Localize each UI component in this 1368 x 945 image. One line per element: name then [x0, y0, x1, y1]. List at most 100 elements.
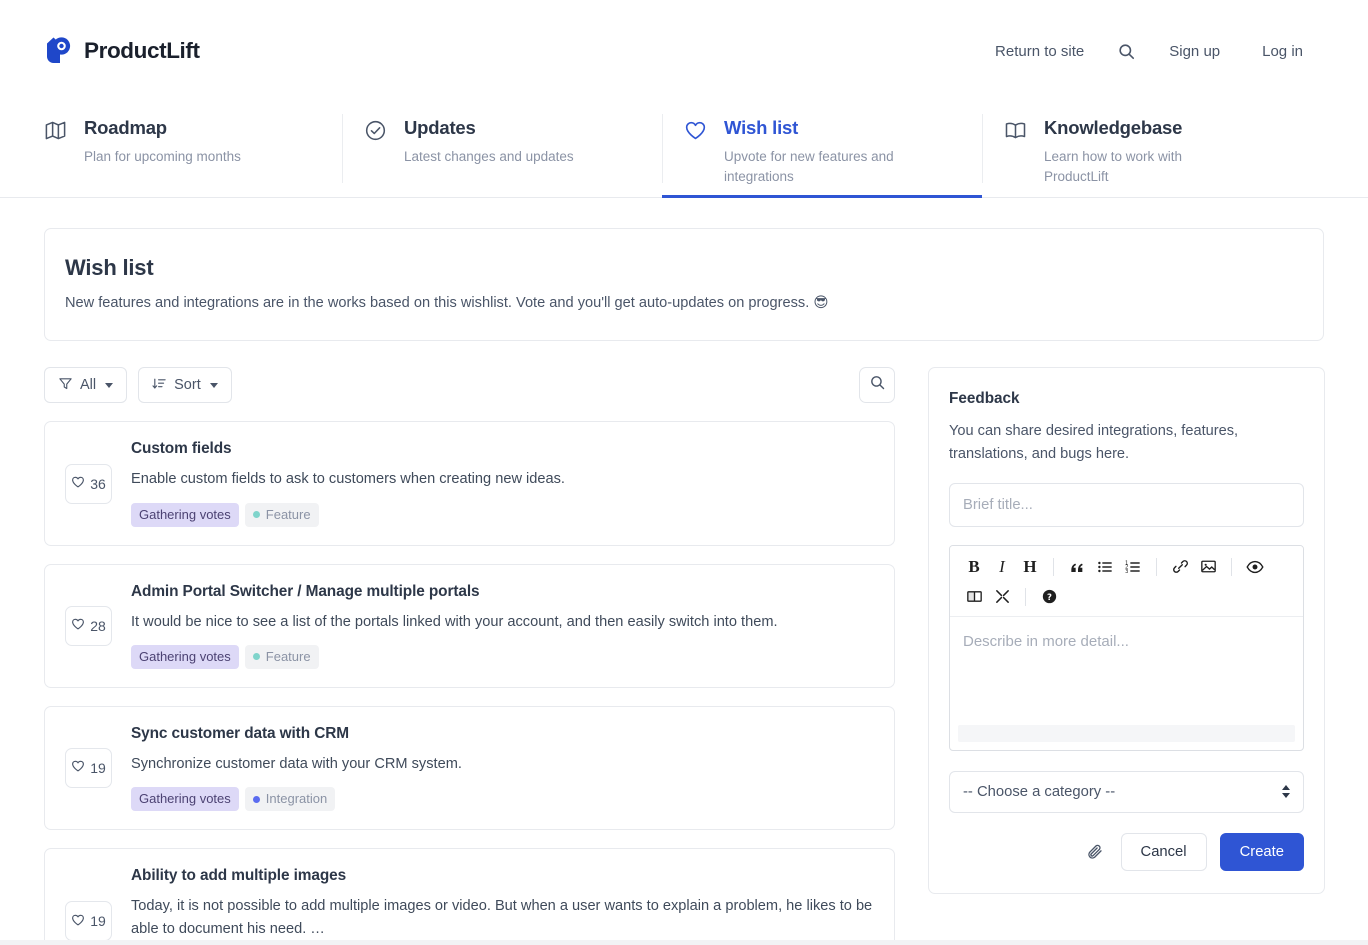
cancel-button[interactable]: Cancel — [1121, 833, 1207, 871]
toolbar-divider — [1025, 588, 1026, 606]
svg-text:3: 3 — [1125, 569, 1128, 575]
tab-subtitle: Plan for upcoming months — [84, 147, 241, 167]
upvote-button[interactable]: 36 — [65, 464, 112, 504]
wish-list-column: All Sort — [44, 367, 895, 945]
vote-count: 19 — [90, 760, 106, 776]
fullscreen-icon[interactable] — [988, 584, 1016, 610]
editor-status-bar — [958, 725, 1295, 742]
item-title: Sync customer data with CRM — [131, 725, 874, 743]
category-dot-icon — [253, 796, 260, 803]
list-toolbar: All Sort — [44, 367, 895, 403]
item-title: Admin Portal Switcher / Manage multiple … — [131, 583, 874, 601]
heart-icon — [71, 759, 85, 776]
search-icon[interactable] — [1105, 36, 1148, 67]
list-item[interactable]: 19 Ability to add multiple images Today,… — [44, 848, 895, 945]
filter-dropdown[interactable]: All — [44, 367, 127, 403]
category-select-value: -- Choose a category -- — [963, 784, 1115, 800]
svg-text:?: ? — [1047, 593, 1052, 603]
tab-subtitle: Upvote for new features and integrations — [724, 147, 909, 188]
tab-updates[interactable]: Updates Latest changes and updates — [342, 102, 662, 198]
page-subtitle: New features and integrations are in the… — [65, 293, 1303, 313]
bold-icon[interactable]: B — [960, 554, 988, 580]
search-icon — [869, 374, 886, 396]
book-icon — [1004, 119, 1027, 147]
category-select[interactable]: -- Choose a category -- — [949, 771, 1304, 813]
feedback-body-textarea[interactable]: Describe in more detail... — [950, 617, 1303, 713]
heart-icon — [71, 913, 85, 930]
list-item[interactable]: 28 Admin Portal Switcher / Manage multip… — [44, 564, 895, 688]
item-tags: Gathering votes Feature — [131, 503, 874, 527]
quote-icon[interactable] — [1063, 554, 1091, 580]
brand-logo[interactable]: ProductLift — [44, 36, 200, 67]
item-description: It would be nice to see a list of the po… — [131, 611, 874, 634]
tab-subtitle: Learn how to work with ProductLift — [1044, 147, 1229, 188]
italic-icon[interactable]: I — [988, 554, 1016, 580]
vote-count: 36 — [90, 476, 106, 492]
select-arrows-icon — [1282, 785, 1290, 798]
return-to-site-link[interactable]: Return to site — [974, 37, 1105, 66]
list-search-button[interactable] — [859, 367, 895, 403]
item-title: Ability to add multiple images — [131, 867, 874, 885]
toolbar-divider — [1231, 558, 1232, 576]
feedback-title-input[interactable] — [949, 483, 1304, 527]
upvote-button[interactable]: 19 — [65, 901, 112, 941]
page-content: Wish list New features and integrations … — [0, 198, 1368, 945]
bottom-strip — [0, 940, 1368, 945]
tab-roadmap[interactable]: Roadmap Plan for upcoming months — [22, 102, 342, 198]
create-button[interactable]: Create — [1220, 833, 1304, 871]
paperclip-icon[interactable] — [1082, 837, 1108, 867]
preview-eye-icon[interactable] — [1241, 554, 1269, 580]
editor-toolbar: B I H — [950, 546, 1303, 617]
list-item[interactable]: 19 Sync customer data with CRM Synchroni… — [44, 706, 895, 830]
status-badge: Gathering votes — [131, 787, 239, 811]
tab-label: Updates — [404, 116, 574, 141]
tab-knowledgebase[interactable]: Knowledgebase Learn how to work with Pro… — [982, 102, 1302, 198]
sort-label: Sort — [174, 377, 201, 393]
sort-dropdown[interactable]: Sort — [138, 367, 232, 403]
brand-name: ProductLift — [84, 38, 200, 64]
unordered-list-icon[interactable] — [1091, 554, 1119, 580]
item-tags: Gathering votes Feature — [131, 645, 874, 669]
vote-count: 19 — [90, 913, 106, 929]
tab-label: Wish list — [724, 116, 909, 141]
tab-wish-list[interactable]: Wish list Upvote for new features and in… — [662, 102, 982, 198]
status-badge: Gathering votes — [131, 503, 239, 527]
status-badge: Gathering votes — [131, 645, 239, 669]
upvote-button[interactable]: 19 — [65, 748, 112, 788]
funnel-icon — [58, 376, 73, 395]
heading-icon[interactable]: H — [1016, 554, 1044, 580]
chevron-down-icon — [210, 383, 218, 388]
category-badge: Feature — [245, 503, 319, 527]
category-label: Feature — [266, 506, 311, 524]
list-item[interactable]: 36 Custom fields Enable custom fields to… — [44, 421, 895, 545]
sign-up-link[interactable]: Sign up — [1148, 37, 1241, 66]
side-by-side-icon[interactable] — [960, 584, 988, 610]
image-icon[interactable] — [1194, 554, 1222, 580]
markdown-editor: B I H — [949, 545, 1304, 751]
log-in-link[interactable]: Log in — [1241, 37, 1324, 66]
ordered-list-icon[interactable]: 1 2 3 — [1119, 554, 1147, 580]
link-icon[interactable] — [1166, 554, 1194, 580]
check-circle-icon — [364, 119, 387, 147]
page-title: Wish list — [65, 255, 1303, 281]
heart-icon — [71, 617, 85, 634]
item-description: Synchronize customer data with your CRM … — [131, 753, 874, 776]
help-icon[interactable]: ? — [1035, 584, 1063, 610]
upvote-button[interactable]: 28 — [65, 606, 112, 646]
feedback-panel: Feedback You can share desired integrati… — [928, 367, 1325, 893]
category-dot-icon — [253, 511, 260, 518]
category-label: Integration — [266, 790, 327, 808]
wish-list-header-card: Wish list New features and integrations … — [44, 228, 1324, 341]
toolbar-divider — [1156, 558, 1157, 576]
vote-count: 28 — [90, 618, 106, 634]
item-description: Today, it is not possible to add multipl… — [131, 895, 874, 940]
map-icon — [44, 119, 67, 147]
toolbar-divider — [1053, 558, 1054, 576]
top-bar: ProductLift Return to site Sign up Log i… — [0, 0, 1368, 102]
item-tags: Gathering votes Integration — [131, 787, 874, 811]
tab-label: Knowledgebase — [1044, 116, 1229, 141]
category-badge: Feature — [245, 645, 319, 669]
feedback-column: Feedback You can share desired integrati… — [928, 367, 1325, 945]
tab-label: Roadmap — [84, 116, 241, 141]
tab-subtitle: Latest changes and updates — [404, 147, 574, 167]
